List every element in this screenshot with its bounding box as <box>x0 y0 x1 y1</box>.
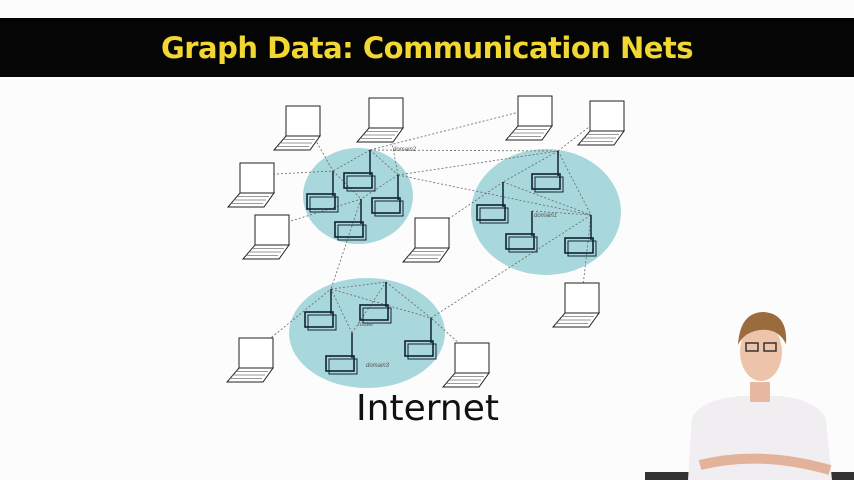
domain1-cloud <box>471 149 621 275</box>
laptop-icon <box>355 97 404 143</box>
domain2-cloud <box>303 148 413 244</box>
laptop-icon <box>225 337 274 383</box>
router-label: router <box>358 322 375 328</box>
laptop-icon <box>551 282 600 328</box>
laptop-icon <box>401 217 450 263</box>
laptop-icon <box>272 105 321 151</box>
domain2-label: domain2 <box>393 147 417 153</box>
presenter-video <box>645 312 854 480</box>
domain1-label: domain1 <box>534 213 557 219</box>
laptop-icon <box>241 214 290 260</box>
slide-caption: Internet <box>356 388 499 429</box>
laptop-icon <box>226 162 275 208</box>
laptop-icon <box>441 342 490 388</box>
domain3-cloud <box>289 278 445 388</box>
domain3-label: domain3 <box>366 363 390 369</box>
laptop-icon <box>576 100 625 146</box>
laptop-icon <box>504 95 553 141</box>
